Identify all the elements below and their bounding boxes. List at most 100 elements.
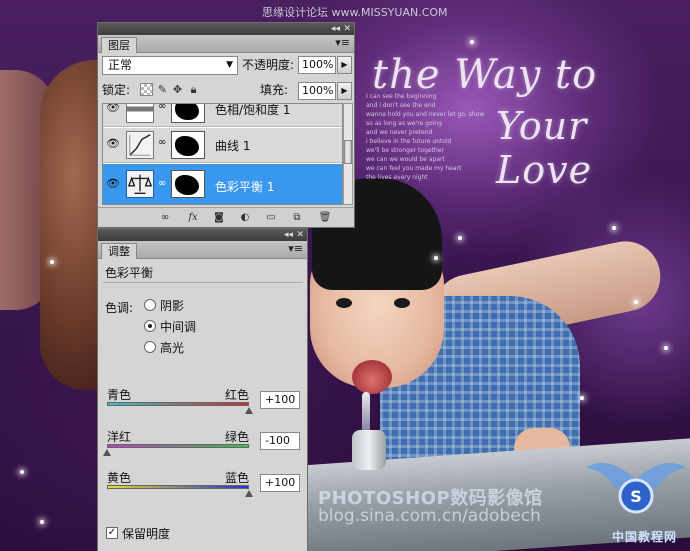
opacity-arrow-icon[interactable]: ▶ xyxy=(337,56,352,74)
sparkle xyxy=(40,520,44,524)
sparkle xyxy=(664,346,668,350)
fill-label: 填充: xyxy=(260,83,289,97)
link-icon[interactable]: ∞ xyxy=(158,137,166,148)
slider-green-label: 绿色 xyxy=(225,430,250,444)
sparkle xyxy=(20,470,24,474)
radio-midtones[interactable] xyxy=(144,320,156,332)
radio-highlights-label: 高光 xyxy=(160,341,185,355)
boy-eye xyxy=(394,298,410,308)
slider-yellow-blue-thumb[interactable] xyxy=(245,490,253,497)
slider-cyan-red-track[interactable] xyxy=(107,402,249,406)
preserve-luminosity-label: 保留明度 xyxy=(122,527,171,541)
panel-menu-icon[interactable]: ▾≡ xyxy=(335,36,350,49)
panel-titlebar[interactable]: ◂◂ ✕ xyxy=(98,23,354,35)
layer-list: 👁︎ ∞ 色相/饱和度 1 👁︎ ∞ 曲线 1 👁︎ ∞ 色彩平衡 1 xyxy=(102,103,343,205)
layer-mask-thumbnail[interactable] xyxy=(171,104,205,123)
new-layer-icon[interactable]: ⧉ xyxy=(290,211,304,225)
blend-mode-select[interactable]: 正常 ▼ xyxy=(102,56,238,75)
blend-mode-value: 正常 xyxy=(108,58,133,72)
layer-mask-thumbnail[interactable] xyxy=(171,170,205,198)
layers-tabbar: 图层 ▾≡ xyxy=(98,35,354,53)
slider-cyan-red-thumb[interactable] xyxy=(245,407,253,414)
lock-brush-icon[interactable]: ✎ xyxy=(156,83,169,96)
slider-yellow-label: 黄色 xyxy=(107,471,132,485)
fx-icon[interactable]: fx xyxy=(186,211,200,225)
eye-icon[interactable]: 👁︎ xyxy=(105,176,121,192)
sparkle xyxy=(434,256,438,260)
panel-titlebar[interactable]: ◂◂ ✕ xyxy=(98,229,307,241)
lock-all-icon[interactable]: 🔒︎ xyxy=(187,83,200,96)
slider-cyan-label: 青色 xyxy=(107,388,132,402)
radio-shadows-label: 阴影 xyxy=(160,299,185,313)
layer-name: 色彩平衡 1 xyxy=(215,180,275,194)
blog-watermark: blog.sina.com.cn/adobech xyxy=(318,506,541,526)
logo-text: 中国教程网 xyxy=(612,530,678,544)
fountain-tap xyxy=(352,430,386,470)
lock-move-icon[interactable]: ✥ xyxy=(171,83,184,96)
layer-row-curves[interactable]: 👁︎ ∞ 曲线 1 xyxy=(103,128,342,163)
tab-adjustments[interactable]: 调整 xyxy=(101,243,137,259)
sparkle xyxy=(634,300,638,304)
svg-text:S: S xyxy=(630,487,642,506)
layer-mask-thumbnail[interactable] xyxy=(171,131,205,159)
trash-icon[interactable]: 🗑︎ xyxy=(318,211,332,225)
layer-name: 曲线 1 xyxy=(215,139,251,153)
slider-magenta-green-thumb[interactable] xyxy=(103,449,111,456)
close-icon[interactable]: ✕ xyxy=(343,23,351,35)
slider-yellow-blue-value[interactable]: +100 xyxy=(260,474,300,492)
fill-arrow-icon[interactable]: ▶ xyxy=(337,82,352,100)
slider-magenta-green-track[interactable] xyxy=(107,444,249,448)
eye-icon[interactable]: 👁︎ xyxy=(105,136,121,152)
blend-row: 正常 ▼ 不透明度: 100% ▶ xyxy=(102,56,352,76)
slider-cyan-red-value[interactable]: +100 xyxy=(260,391,300,409)
adjustment-title: 色彩平衡 xyxy=(105,266,154,280)
slider-blue-label: 蓝色 xyxy=(225,471,250,485)
photo-poem: I can see the beginning and i don't see … xyxy=(366,93,485,181)
layers-footer: ∞ fx ◙ ◐ ▭ ⧉ 🗑︎ xyxy=(98,207,354,227)
radio-shadows[interactable] xyxy=(144,299,156,311)
layer-row-hue-saturation[interactable]: 👁︎ ∞ 色相/饱和度 1 xyxy=(103,103,342,127)
link-icon[interactable]: ∞ xyxy=(158,104,166,112)
scrollbar-thumb[interactable] xyxy=(344,140,352,164)
link-layers-icon[interactable]: ∞ xyxy=(158,211,172,225)
slider-yellow-blue-track[interactable] xyxy=(107,485,249,489)
slider-magenta-label: 洋红 xyxy=(107,430,132,444)
opacity-input[interactable]: 100% xyxy=(298,56,336,74)
top-watermark: 思缘设计论坛 www.MISSYUAN.COM xyxy=(262,6,448,19)
collapse-icon[interactable]: ◂◂ xyxy=(331,23,340,35)
fill-input[interactable]: 100% xyxy=(298,82,336,100)
divider xyxy=(103,282,303,283)
layer-name: 色相/饱和度 1 xyxy=(215,103,291,117)
link-icon[interactable]: ∞ xyxy=(158,178,166,189)
radio-highlights[interactable] xyxy=(144,341,156,353)
photo-title-line2: Your Love xyxy=(496,104,593,192)
hue-saturation-icon xyxy=(126,104,154,123)
adjustment-icon[interactable]: ◐ xyxy=(238,211,252,225)
chevron-down-icon: ▼ xyxy=(226,60,233,70)
close-icon[interactable]: ✕ xyxy=(296,229,304,241)
slider-magenta-green-value[interactable]: -100 xyxy=(260,432,300,450)
collapse-icon[interactable]: ◂◂ xyxy=(284,229,293,241)
opacity-label: 不透明度: xyxy=(242,58,295,72)
sparkle xyxy=(580,396,584,400)
lock-row: 锁定: ✎ ✥ 🔒︎ 填充: 100% ▶ xyxy=(102,81,352,101)
sparkle xyxy=(612,226,616,230)
curves-icon xyxy=(126,131,154,159)
radio-midtones-label: 中间调 xyxy=(160,320,197,334)
lock-transparency-icon[interactable] xyxy=(140,83,153,96)
tab-layers[interactable]: 图层 xyxy=(101,37,137,53)
slider-red-label: 红色 xyxy=(225,388,250,402)
color-balance-icon xyxy=(126,170,154,198)
mask-icon[interactable]: ◙ xyxy=(212,211,226,225)
group-icon[interactable]: ▭ xyxy=(264,211,278,225)
layer-row-color-balance[interactable]: 👁︎ ∞ 色彩平衡 1 xyxy=(103,164,342,204)
sparkle xyxy=(458,236,462,240)
tone-label: 色调: xyxy=(105,301,134,315)
panel-menu-icon[interactable]: ▾≡ xyxy=(288,242,303,255)
preserve-luminosity-checkbox[interactable]: ✓ xyxy=(106,527,118,539)
layers-scrollbar[interactable] xyxy=(343,103,353,205)
adjustments-panel: ◂◂ ✕ 调整 ▾≡ 色彩平衡 色调: 阴影 中间调 高光 青色 红色 +100… xyxy=(97,228,308,551)
sparkle xyxy=(470,40,474,44)
eye-icon[interactable]: 👁︎ xyxy=(105,104,121,116)
sparkle xyxy=(50,260,54,264)
